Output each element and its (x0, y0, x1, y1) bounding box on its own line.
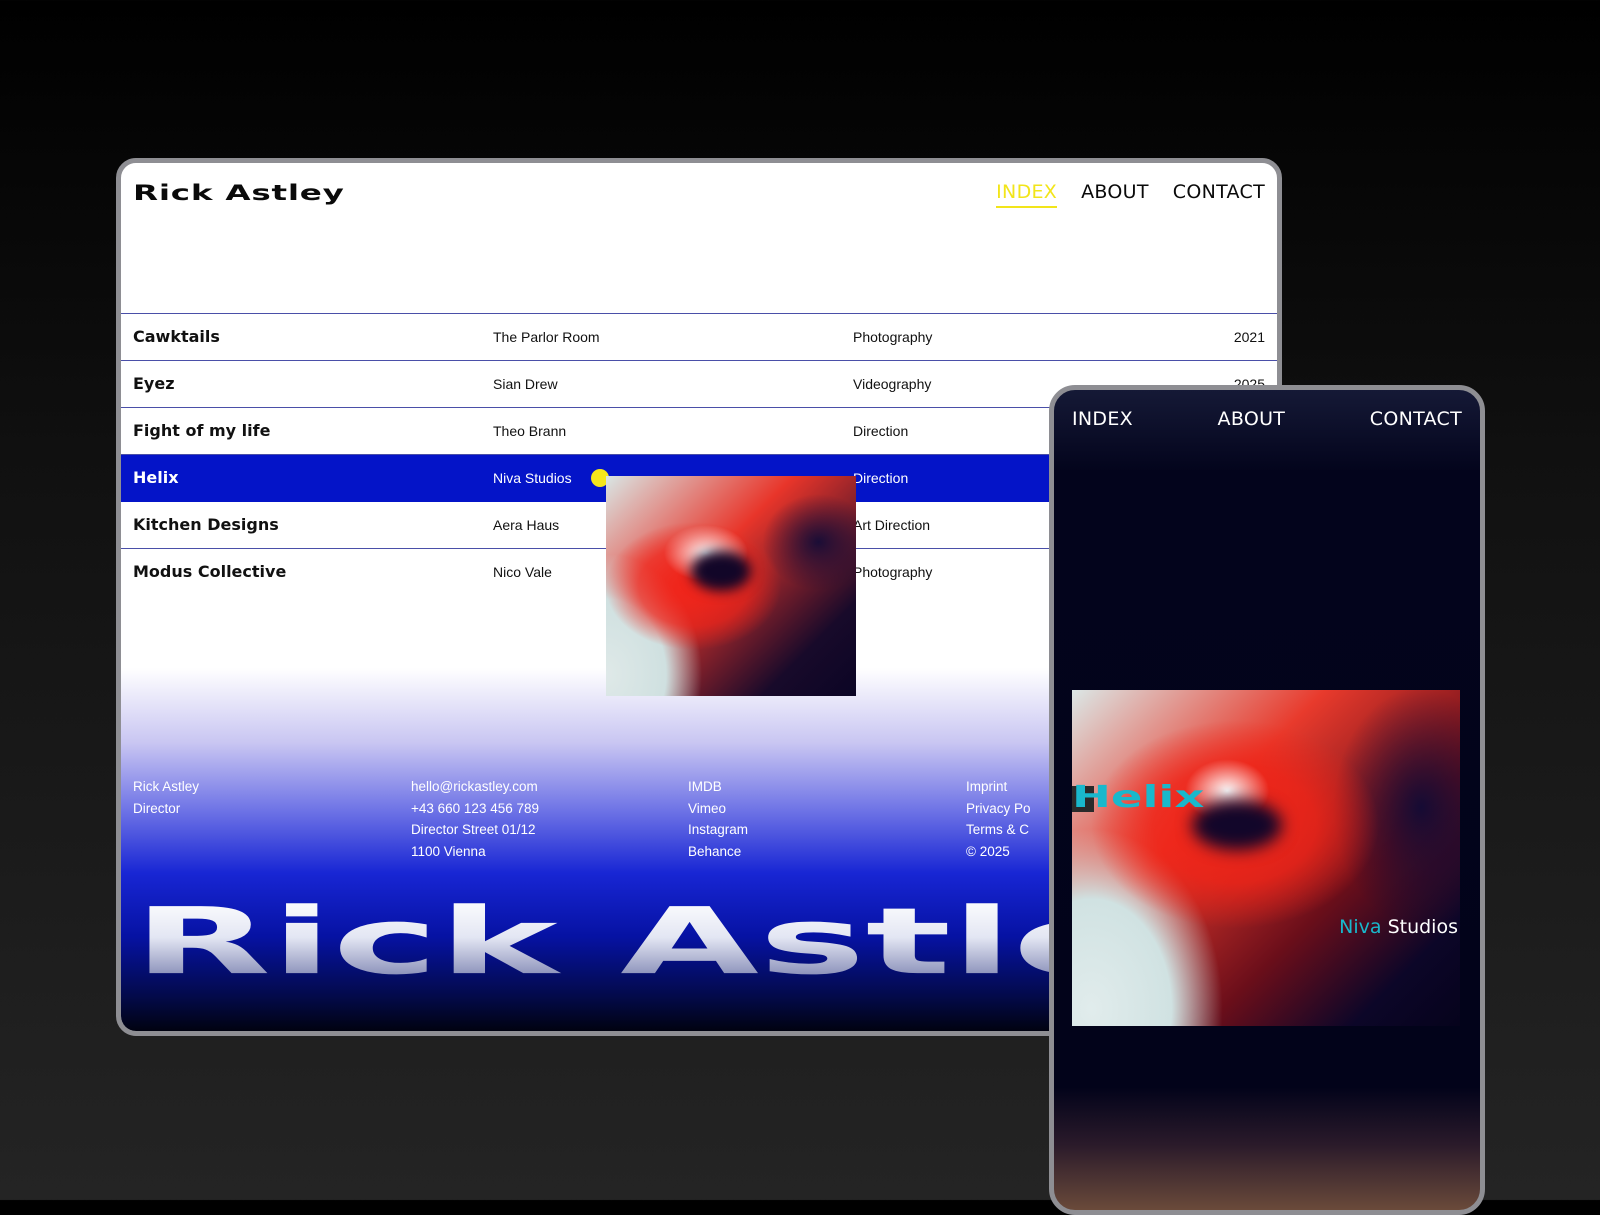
project-client: Niva Studios (493, 470, 572, 486)
mobile-nav-index[interactable]: INDEX (1072, 408, 1133, 430)
footer-identity: Rick Astley Director (133, 776, 199, 819)
project-title: Fight of my life (133, 421, 271, 440)
project-category: Art Direction (853, 517, 931, 533)
footer-big-name: Rick Astle (133, 888, 1135, 996)
project-title: Cawktails (133, 327, 220, 346)
footer-social: IMDB Vimeo Instagram Behance (688, 776, 748, 862)
mobile-image-shadow (1192, 800, 1282, 850)
footer-role: Director (133, 800, 181, 816)
mobile-device-frame: INDEX ABOUT CONTACT Helix Niva Studios (1049, 385, 1485, 1215)
project-title: Helix (133, 468, 179, 487)
footer-link-imprint[interactable]: Imprint (966, 776, 1031, 798)
project-client: The Parlor Room (493, 329, 600, 345)
footer-link-privacy[interactable]: Privacy Po (966, 798, 1031, 820)
mobile-project-client: Niva Studios (1339, 916, 1458, 938)
project-category: Photography (853, 564, 933, 580)
project-category: Videography (853, 376, 932, 392)
project-client: Theo Brann (493, 423, 567, 439)
project-client: Sian Drew (493, 376, 558, 392)
project-year: 2021 (1233, 329, 1265, 345)
nav-contact[interactable]: CONTACT (1173, 181, 1265, 208)
hover-preview-image (606, 476, 856, 696)
footer-city: 1100 Vienna (411, 843, 486, 859)
mobile-nav-about[interactable]: ABOUT (1218, 408, 1286, 430)
footer-phone-link[interactable]: +43 660 123 456 789 (411, 798, 539, 820)
mobile-nav: INDEX ABOUT CONTACT (1072, 408, 1462, 430)
nav-index[interactable]: INDEX (996, 181, 1058, 208)
mobile-client-accent: Niva (1339, 916, 1382, 938)
project-row[interactable]: Cawktails The Parlor Room Photography 20… (121, 314, 1277, 361)
nav-about[interactable]: ABOUT (1081, 181, 1149, 208)
preview-shadow (691, 551, 751, 591)
project-client: Nico Vale (493, 564, 552, 580)
footer-name: Rick Astley (133, 779, 200, 794)
site-header: Rick Astley INDEX ABOUT CONTACT (121, 163, 1277, 313)
footer-link-terms[interactable]: Terms & C (966, 819, 1031, 841)
project-title: Modus Collective (133, 562, 287, 581)
mobile-client-rest: Studios (1381, 916, 1458, 938)
project-title: Kitchen Designs (133, 515, 279, 534)
site-logo[interactable]: Rick Astley (133, 181, 345, 205)
footer-copyright: © 2025 (966, 843, 1010, 859)
footer-link-behance[interactable]: Behance (688, 841, 748, 863)
project-client: Aera Haus (493, 517, 560, 533)
project-category: Direction (853, 423, 909, 439)
footer-street: Director Street 01/12 (411, 822, 536, 837)
main-nav: INDEX ABOUT CONTACT (996, 181, 1265, 208)
footer-contact: hello@rickastley.com +43 660 123 456 789… (411, 776, 539, 862)
footer-legal: Imprint Privacy Po Terms & C © 2025 (966, 776, 1031, 862)
footer-link-instagram[interactable]: Instagram (688, 819, 748, 841)
project-title: Eyez (133, 374, 175, 393)
project-category: Photography (853, 329, 933, 345)
project-category: Direction (853, 470, 909, 486)
footer-link-imdb[interactable]: IMDB (688, 776, 748, 798)
mobile-nav-contact[interactable]: CONTACT (1370, 408, 1462, 430)
mobile-project-image[interactable] (1072, 690, 1460, 1026)
footer-email-link[interactable]: hello@rickastley.com (411, 776, 539, 798)
footer-link-vimeo[interactable]: Vimeo (688, 798, 748, 820)
mobile-project-title: Helix (1072, 780, 1205, 815)
